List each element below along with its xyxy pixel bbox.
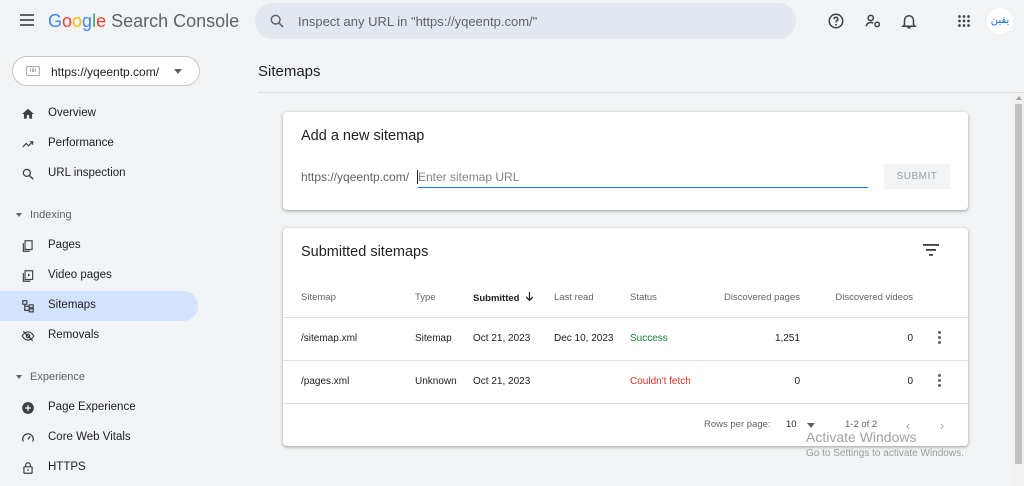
main-menu-icon[interactable] [20, 14, 34, 26]
search-icon [22, 168, 34, 180]
row-last-read: Dec 10, 2023 [554, 333, 614, 344]
top-bar: Google Search Console Inspect any URL in … [0, 0, 1024, 44]
row-type: Unknown [415, 376, 457, 387]
search-icon [270, 14, 284, 28]
col-discovered-videos[interactable]: Discovered videos [818, 292, 913, 303]
col-status[interactable]: Status [630, 292, 657, 303]
submitted-sitemaps-title: Submitted sitemaps [301, 244, 429, 260]
notifications-icon[interactable] [900, 12, 918, 30]
row-type: Sitemap [415, 333, 452, 344]
text-cursor [417, 170, 418, 184]
rows-per-page-select[interactable]: 10 [786, 419, 797, 430]
sidebar-nav: Overview Performance URL inspection Inde… [0, 99, 200, 483]
rows-per-page-label: Rows per page: [704, 419, 771, 430]
sidebar-item-sitemaps[interactable]: Sitemaps [0, 291, 198, 321]
sitemap-url-prefix: https://yqeentp.com/ [301, 170, 410, 184]
row-discovered-pages: 1,251 [774, 333, 800, 344]
submit-button[interactable]: SUBMIT [884, 164, 950, 189]
collapse-icon [16, 375, 22, 379]
arrow-down-icon [525, 292, 534, 302]
manage-users-icon[interactable] [864, 12, 882, 30]
visibility-off-icon [21, 330, 35, 342]
row-status: Success [630, 333, 668, 344]
page-range: 1-2 of 2 [845, 419, 878, 430]
more-vert-icon[interactable] [934, 331, 944, 345]
more-vert-icon[interactable] [934, 374, 944, 388]
col-submitted[interactable]: Submitted [473, 292, 534, 304]
chevron-right-icon[interactable]: › [940, 419, 944, 433]
speed-gauge-icon [22, 433, 34, 442]
collapse-icon [16, 213, 22, 217]
trending-up-icon [22, 141, 34, 148]
sidebar-item-removals[interactable]: Removals [0, 321, 200, 351]
row-sitemap: /pages.xml [301, 376, 350, 387]
filter-icon[interactable] [923, 244, 939, 256]
row-discovered-pages: 0 [794, 376, 800, 387]
col-sitemap[interactable]: Sitemap [301, 292, 336, 303]
row-discovered-videos: 0 [907, 376, 913, 387]
row-discovered-videos: 0 [907, 333, 913, 344]
video-page-icon [22, 270, 34, 282]
product-logo[interactable]: Google Search Console [48, 11, 239, 32]
sidebar-item-core-web-vitals[interactable]: Core Web Vitals [0, 423, 200, 453]
col-type[interactable]: Type [415, 292, 436, 303]
product-name: Search Console [111, 11, 240, 31]
sidebar-item-https[interactable]: HTTPS [0, 453, 200, 483]
chevron-down-icon[interactable] [807, 423, 815, 428]
page-title: Sitemaps [258, 63, 321, 80]
property-selector[interactable]: ıılı https://yqeentp.com/ [12, 56, 200, 86]
sidebar-item-overview[interactable]: Overview [0, 99, 200, 129]
chevron-down-icon [174, 69, 182, 74]
title-divider [258, 92, 1024, 93]
pages-icon [22, 240, 33, 252]
sidebar-item-page-experience[interactable]: Page Experience [0, 393, 200, 423]
url-inspect-search[interactable]: Inspect any URL in "https://yqeentp.com/… [255, 3, 796, 39]
property-url: https://yqeentp.com/ [51, 65, 160, 79]
lock-icon [23, 462, 33, 474]
row-submitted: Oct 21, 2023 [473, 376, 531, 387]
row-submitted: Oct 21, 2023 [473, 333, 531, 344]
sidebar-section-experience[interactable]: Experience [0, 361, 200, 393]
sidebar-item-performance[interactable]: Performance [0, 129, 200, 159]
nav-divider [0, 189, 200, 199]
scroll-up-icon[interactable] [1016, 96, 1022, 100]
table-header: Sitemap Type Submitted Last read Status … [283, 286, 968, 318]
add-sitemap-title: Add a new sitemap [301, 128, 425, 144]
table-row[interactable]: /pages.xml Unknown Oct 21, 2023 Couldn't… [283, 361, 968, 404]
chevron-left-icon[interactable]: ‹ [906, 419, 910, 433]
table-pagination: Rows per page: 10 1-2 of 2 ‹ › [283, 404, 968, 446]
apps-grid-icon[interactable] [955, 12, 973, 30]
account-avatar[interactable]: يقين [987, 8, 1013, 34]
add-sitemap-card: Add a new sitemap https://yqeentp.com/ S… [283, 112, 968, 210]
help-icon[interactable] [827, 12, 845, 30]
submitted-sitemaps-card: Submitted sitemaps Sitemap Type Submitte… [283, 228, 968, 446]
sitemap-url-input[interactable] [418, 166, 868, 188]
sitemap-icon [22, 300, 34, 313]
sidebar-item-url-inspection[interactable]: URL inspection [0, 159, 200, 189]
col-last-read[interactable]: Last read [554, 292, 594, 303]
sidebar-item-video-pages[interactable]: Video pages [0, 261, 200, 291]
table-row[interactable]: /sitemap.xml Sitemap Oct 21, 2023 Dec 10… [283, 318, 968, 361]
row-status: Couldn't fetch [630, 376, 691, 387]
main-scrollbar[interactable] [1013, 94, 1024, 486]
row-sitemap: /sitemap.xml [301, 333, 358, 344]
scrollbar-thumb[interactable] [1015, 104, 1022, 464]
nav-divider [0, 351, 200, 361]
col-discovered-pages[interactable]: Discovered pages [708, 292, 800, 303]
search-placeholder: Inspect any URL in "https://yqeentp.com/… [298, 14, 538, 29]
sidebar-section-indexing[interactable]: Indexing [0, 199, 200, 231]
add-circle-icon [22, 402, 34, 414]
home-icon [22, 108, 34, 119]
property-favicon: ıılı [26, 66, 40, 76]
sidebar-item-pages[interactable]: Pages [0, 231, 200, 261]
